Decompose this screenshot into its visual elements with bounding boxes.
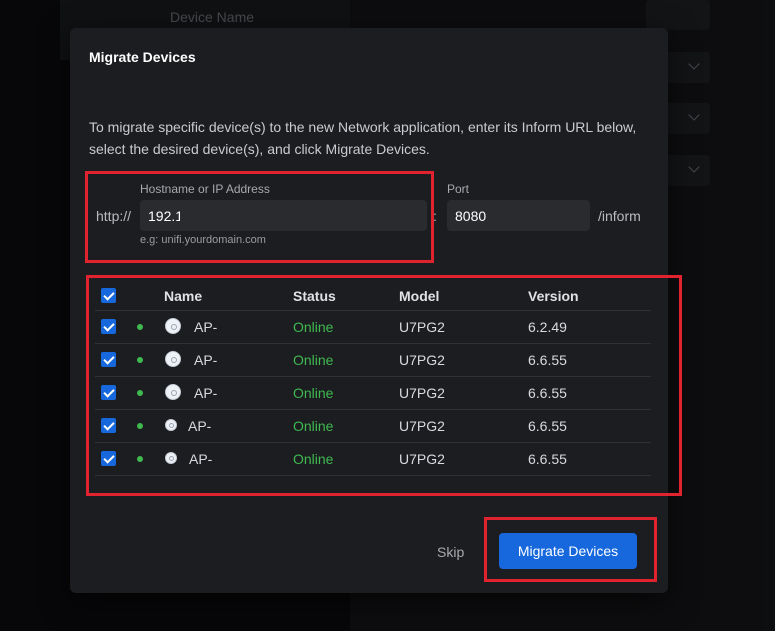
port-label: Port [447,182,470,196]
modal-description: To migrate specific device(s) to the new… [89,119,637,157]
skip-button[interactable]: Skip [437,544,464,560]
inform-url-highlight [85,171,434,263]
port-input[interactable] [447,200,590,231]
inform-suffix: /inform [598,208,641,224]
modal-title: Migrate Devices [89,49,196,65]
migrate-button-highlight [484,517,657,582]
device-list-highlight [86,275,682,496]
